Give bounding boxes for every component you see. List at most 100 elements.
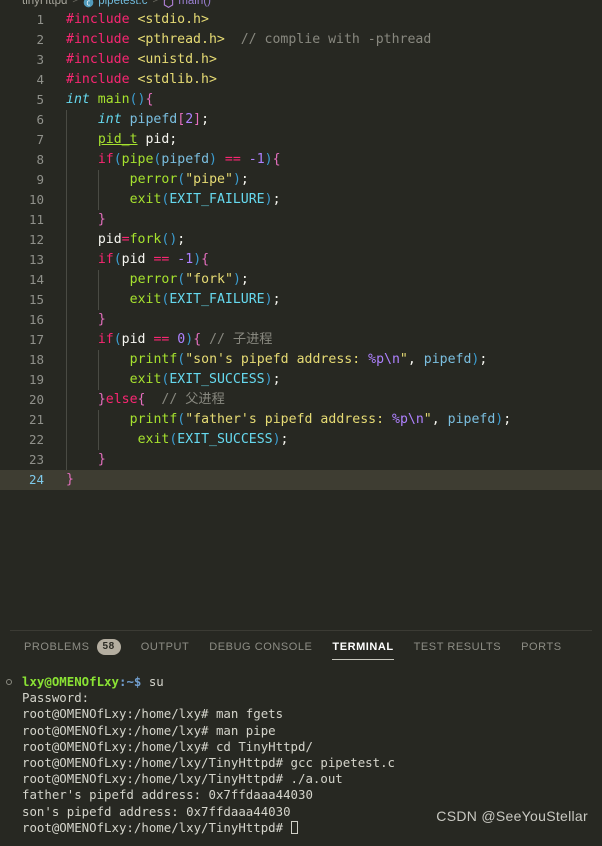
chevron-right-icon: > — [72, 0, 79, 6]
panel-tab-output[interactable]: OUTPUT — [141, 631, 190, 663]
line-number: 4 — [36, 72, 44, 87]
panel-tab-label: DEBUG CONSOLE — [209, 641, 313, 653]
code-line[interactable]: 3 #include <unistd.h> — [0, 50, 602, 70]
code-line[interactable]: 18 printf("son's pipefd address: %p\n", … — [0, 350, 602, 370]
code-line[interactable]: 11 } — [0, 210, 602, 230]
code-text[interactable]: #include <pthread.h> // complie with -pt… — [0, 30, 602, 50]
code-text[interactable]: if(pid == -1){ — [0, 250, 602, 270]
code-text[interactable]: exit(EXIT_SUCCESS); — [0, 370, 602, 390]
code-editor[interactable]: 1 #include <stdio.h> 2 #include <pthread.h>… — [0, 10, 602, 555]
code-line[interactable]: 2 #include <pthread.h> // complie with -p… — [0, 30, 602, 50]
terminal-cursor — [290, 820, 298, 834]
code-text[interactable]: } — [0, 310, 602, 330]
code-line[interactable]: 6 int pipefd[2]; — [0, 110, 602, 130]
terminal-line: root@OMENOfLxy:/home/lxy# cd TinyHttpd/ — [0, 739, 602, 755]
vscode-window: tinyHttpd > C pipetest.c > main() 1 #incl… — [0, 0, 602, 846]
code-text[interactable]: pid_t pid; — [0, 130, 602, 150]
panel-tab-terminal[interactable]: TERMINAL — [332, 631, 394, 663]
code-line[interactable]: 8 if(pipe(pipefd) == -1){ — [0, 150, 602, 170]
panel-tab-debug-console[interactable]: DEBUG CONSOLE — [209, 631, 312, 663]
line-number: 10 — [28, 192, 44, 207]
terminal-text: Password: — [22, 690, 90, 706]
c-file-icon: C — [83, 0, 94, 8]
panel-tab-ports[interactable]: PORTS — [521, 631, 561, 663]
terminal-line: root@OMENOfLxy:/home/lxy# man pipe — [0, 723, 602, 739]
line-number: 8 — [36, 152, 44, 167]
panel-tab-label: PROBLEMS — [24, 641, 90, 653]
terminal-prompt-path: :~$ — [118, 674, 142, 689]
terminal-text: root@OMENOfLxy:/home/lxy# cd TinyHttpd/ — [22, 738, 313, 754]
terminal-text: root@OMENOfLxy:/home/lxy# man pipe — [22, 722, 276, 738]
terminal-line: root@OMENOfLxy:/home/lxy/TinyHttpd# ./a.… — [0, 771, 602, 787]
watermark: CSDN @SeeYouStellar — [436, 808, 588, 824]
code-line[interactable]: 10 exit(EXIT_FAILURE); — [0, 190, 602, 210]
code-text[interactable]: exit(EXIT_SUCCESS); — [0, 430, 602, 450]
terminal-command: su — [141, 674, 164, 689]
code-line[interactable]: 19 exit(EXIT_SUCCESS); — [0, 370, 602, 390]
code-text[interactable]: if(pipe(pipefd) == -1){ — [0, 150, 602, 170]
line-number: 1 — [36, 12, 44, 27]
code-line[interactable]: 15 exit(EXIT_FAILURE); — [0, 290, 602, 310]
breadcrumb-project[interactable]: tinyHttpd — [22, 0, 67, 8]
problems-count-badge: 58 — [96, 639, 121, 655]
code-text[interactable]: }else{ // 父进程 — [0, 390, 602, 410]
breadcrumb[interactable]: tinyHttpd > C pipetest.c > main() — [22, 0, 211, 8]
line-number: 16 — [28, 312, 44, 327]
code-text[interactable]: pid=fork(); — [0, 230, 602, 250]
panel-tab-test-results[interactable]: TEST RESULTS — [414, 631, 502, 663]
code-text[interactable]: } — [0, 210, 602, 230]
line-number: 13 — [28, 252, 44, 267]
breadcrumb-file[interactable]: pipetest.c — [98, 0, 147, 8]
code-line[interactable]: 1 #include <stdio.h> — [0, 10, 602, 30]
code-line[interactable]: 13 if(pid == -1){ — [0, 250, 602, 270]
code-text[interactable]: #include <unistd.h> — [0, 50, 602, 70]
code-line[interactable]: 4 #include <stdlib.h> — [0, 70, 602, 90]
terminal-text: root@OMENOfLxy:/home/lxy/TinyHttpd# — [22, 819, 291, 835]
code-line[interactable]: 17 if(pid == 0){ // 子进程 — [0, 330, 602, 350]
terminal-text: root@OMENOfLxy:/home/lxy/TinyHttpd# gcc … — [22, 754, 395, 770]
code-text[interactable]: perror("pipe"); — [0, 170, 602, 190]
code-line[interactable]: 9 perror("pipe"); — [0, 170, 602, 190]
code-line[interactable]: 16 } — [0, 310, 602, 330]
code-text[interactable]: exit(EXIT_FAILURE); — [0, 190, 602, 210]
code-text[interactable]: exit(EXIT_FAILURE); — [0, 290, 602, 310]
terminal-line: Password: — [0, 690, 602, 706]
terminal-line: father's pipefd address: 0x7ffdaaa44030 — [0, 787, 602, 803]
code-line[interactable]: 14 perror("fork"); — [0, 270, 602, 290]
line-number: 24 — [28, 472, 44, 487]
code-line[interactable]: 24} — [0, 470, 602, 490]
line-number: 6 — [36, 112, 44, 127]
code-text[interactable]: } — [0, 470, 602, 490]
panel-tab-bar: PROBLEMS 58 OUTPUT DEBUG CONSOLE TERMINAL TES… — [0, 631, 602, 663]
line-number: 21 — [28, 412, 44, 427]
code-text[interactable]: printf("son's pipefd address: %p\n", pip… — [0, 350, 602, 370]
terminal-text: root@OMENOfLxy:/home/lxy/TinyHttpd# ./a.… — [22, 771, 343, 787]
terminal-line: root@OMENOfLxy:/home/lxy# man fgets — [0, 706, 602, 722]
line-number: 20 — [28, 392, 44, 407]
panel-tab-label: TERMINAL — [332, 641, 394, 653]
panel-tab-label: TEST RESULTS — [413, 641, 502, 653]
code-text[interactable]: if(pid == 0){ // 子进程 — [0, 330, 602, 350]
code-text[interactable]: #include <stdio.h> — [0, 10, 602, 30]
breadcrumb-symbol[interactable]: main() — [178, 0, 211, 8]
line-number: 2 — [36, 32, 44, 47]
code-line[interactable]: 22 exit(EXIT_SUCCESS); — [0, 430, 602, 450]
panel-tab-problems[interactable]: PROBLEMS 58 — [24, 631, 121, 663]
code-line[interactable]: 12 pid=fork(); — [0, 230, 602, 250]
code-line[interactable]: 21 printf("father's pipefd address: %p\n… — [0, 410, 602, 430]
terminal-prompt-user: lxy@OMENOfLxy — [22, 674, 119, 689]
svg-text:C: C — [87, 0, 91, 7]
code-line[interactable]: 20 }else{ // 父进程 — [0, 390, 602, 410]
code-line[interactable]: 23 } — [0, 450, 602, 470]
code-text[interactable]: printf("father's pipefd address: %p\n", … — [0, 410, 602, 430]
code-line[interactable]: 7 pid_t pid; — [0, 130, 602, 150]
code-text[interactable]: int pipefd[2]; — [0, 110, 602, 130]
code-text[interactable]: #include <stdlib.h> — [0, 70, 602, 90]
line-number: 23 — [28, 452, 44, 467]
terminal-text: son's pipefd address: 0x7ffdaaa44030 — [22, 803, 291, 819]
code-text[interactable]: } — [0, 450, 602, 470]
line-number: 3 — [36, 52, 44, 67]
code-line[interactable]: 5 int main(){ — [0, 90, 602, 110]
code-text[interactable]: perror("fork"); — [0, 270, 602, 290]
code-text[interactable]: int main(){ — [0, 90, 602, 110]
